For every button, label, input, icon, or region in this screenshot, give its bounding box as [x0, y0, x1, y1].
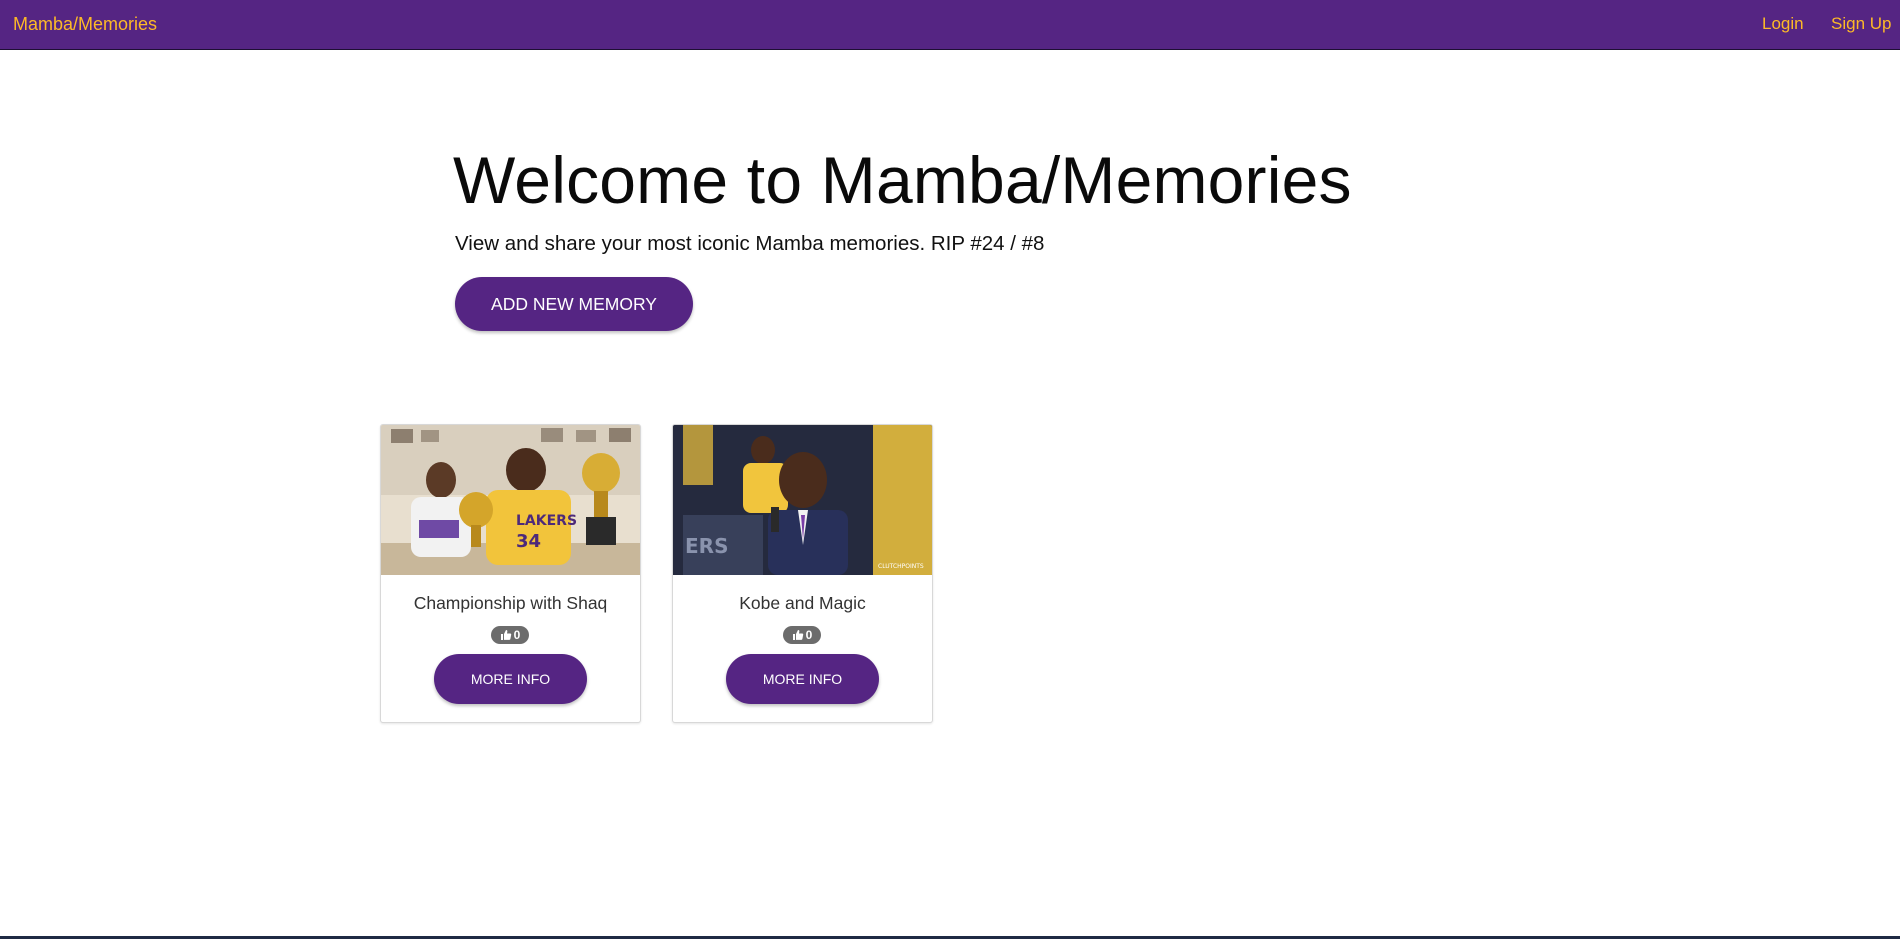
more-info-button[interactable]: MORE INFO [434, 654, 587, 704]
memory-image[interactable]: ERS CLUTCHPOINTS [673, 425, 932, 575]
more-info-button[interactable]: MORE INFO [726, 654, 879, 704]
thumbs-up-icon [500, 630, 511, 640]
top-navbar: Mamba/Memories Login Sign Up [0, 0, 1900, 50]
memory-image[interactable]: LAKERS 34 [381, 425, 640, 575]
thumbs-up-icon [792, 630, 803, 640]
memory-title: Kobe and Magic [739, 593, 866, 613]
memory-card: ERS CLUTCHPOINTS Kobe and Magic 0 MORE I… [672, 424, 933, 723]
add-new-memory-button[interactable]: ADD NEW MEMORY [455, 277, 693, 331]
svg-text:34: 34 [516, 531, 541, 552]
like-count: 0 [513, 628, 521, 642]
login-link[interactable]: Login [1762, 14, 1804, 34]
photo-kobe-shaq-trophies-icon: LAKERS 34 [381, 425, 640, 575]
photo-kobe-magic-icon: ERS CLUTCHPOINTS [673, 425, 932, 575]
page-subtitle: View and share your most iconic Mamba me… [455, 232, 1045, 255]
svg-text:ERS: ERS [685, 534, 728, 558]
like-count: 0 [805, 628, 813, 642]
svg-text:LAKERS: LAKERS [516, 513, 577, 529]
svg-text:CLUTCHPOINTS: CLUTCHPOINTS [878, 563, 924, 570]
like-badge[interactable]: 0 [783, 626, 821, 644]
memory-title: Championship with Shaq [413, 593, 608, 613]
like-badge[interactable]: 0 [491, 626, 529, 644]
memory-card: LAKERS 34 Championship with Shaq 0 MORE … [380, 424, 641, 723]
brand-link[interactable]: Mamba/Memories [13, 14, 157, 35]
page-title: Welcome to Mamba/Memories [453, 143, 1352, 217]
signup-link[interactable]: Sign Up [1831, 14, 1891, 34]
